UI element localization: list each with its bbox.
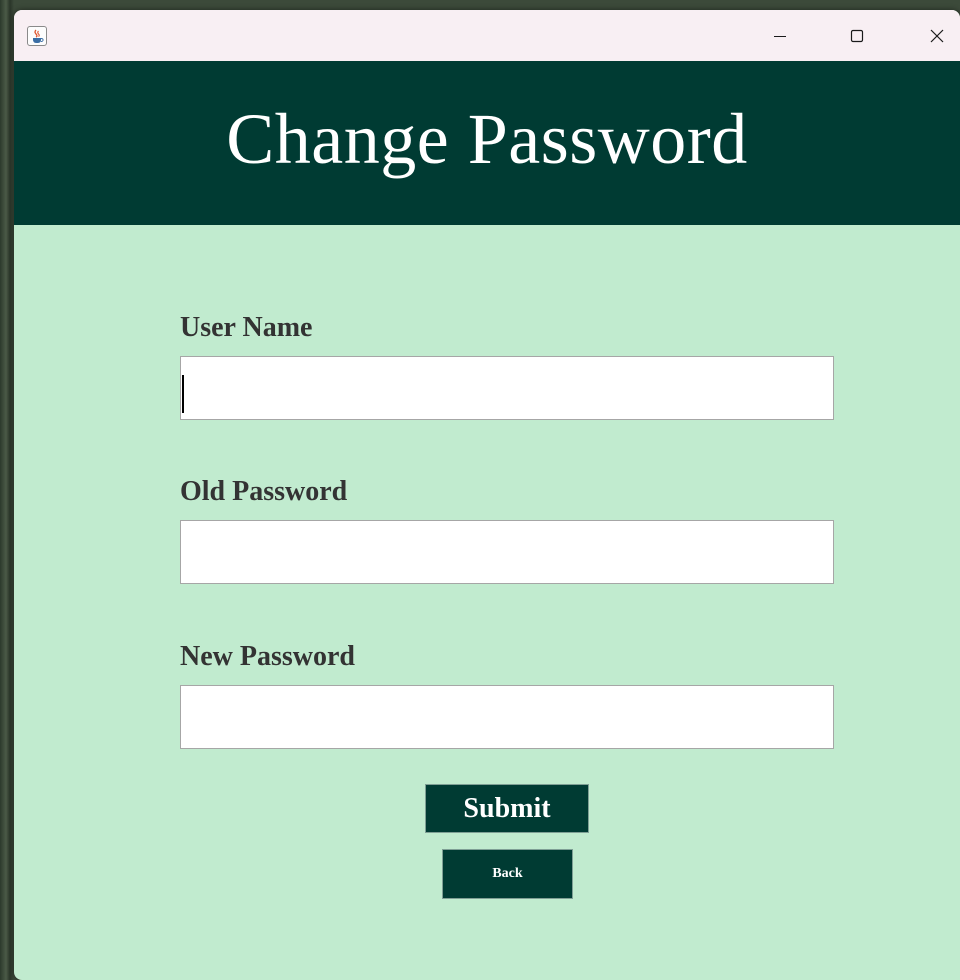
minimize-button[interactable]	[757, 10, 803, 61]
old-password-input[interactable]	[180, 520, 834, 584]
text-caret	[182, 375, 184, 413]
header-banner: Change Password	[14, 61, 960, 225]
user-name-label: User Name	[180, 312, 313, 343]
close-icon	[930, 29, 944, 42]
title-bar[interactable]	[14, 10, 960, 61]
old-password-label: Old Password	[180, 476, 348, 507]
java-cup-icon[interactable]	[27, 26, 47, 46]
new-password-label: New Password	[180, 641, 355, 672]
maximize-button[interactable]	[834, 10, 880, 61]
maximize-icon	[850, 29, 864, 42]
app-window: Change Password User Name Old Password N…	[14, 10, 960, 980]
minimize-icon	[774, 35, 786, 37]
close-button[interactable]	[914, 10, 960, 61]
user-name-input[interactable]	[180, 356, 834, 420]
new-password-input[interactable]	[180, 685, 834, 749]
back-button[interactable]: Back	[442, 849, 573, 899]
submit-button[interactable]: Submit	[425, 784, 589, 833]
page-title: Change Password	[226, 98, 748, 179]
